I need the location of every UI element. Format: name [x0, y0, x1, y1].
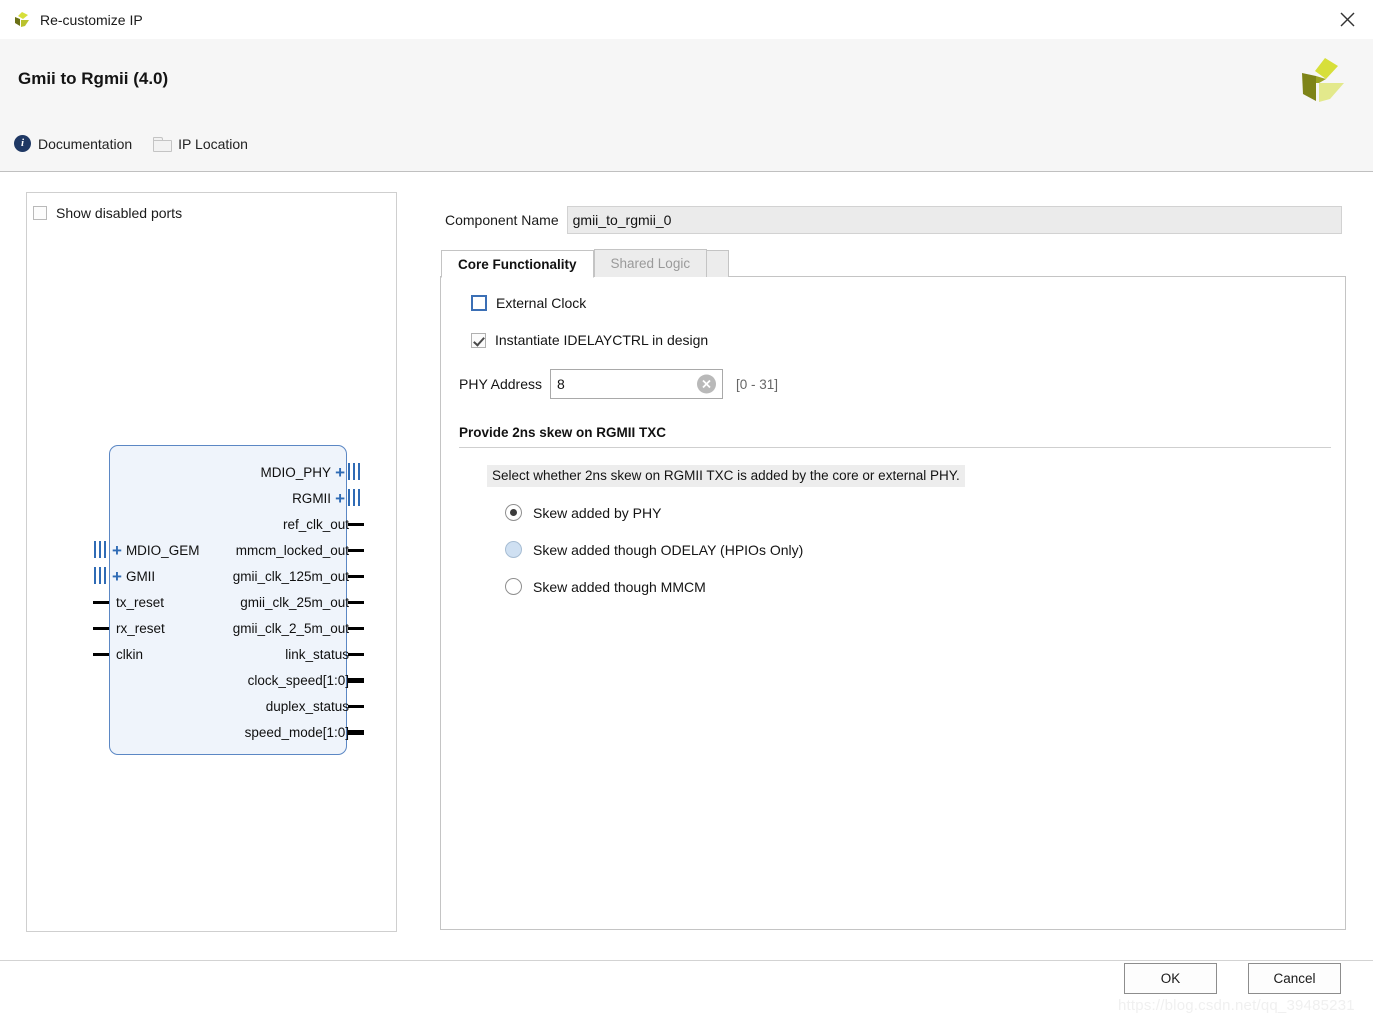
tab-shared-logic[interactable]: Shared Logic — [593, 249, 708, 277]
show-disabled-ports-label: Show disabled ports — [56, 205, 183, 221]
port-gmii-clk-2-5m-out: gmii_clk_2_5m_out — [232, 620, 349, 636]
page-title: Gmii to Rgmii (4.0) — [18, 69, 169, 88]
pin-tx-reset — [93, 601, 109, 604]
ip-block-diagram: MDIO_PHY + RGMII + ref_clk_out mmcm_locked… — [82, 440, 382, 760]
config-tab-panel: Core Functionality Shared Logic External… — [440, 249, 1346, 930]
pin-clock-speed — [348, 678, 364, 683]
ip-symbol-panel: Show disabled ports MDIO_PHY + RGMII + ref… — [26, 192, 397, 932]
expand-plus-icon[interactable]: + — [335, 490, 345, 507]
cancel-button[interactable]: Cancel — [1248, 963, 1341, 994]
ip-location-link[interactable]: IP Location — [178, 136, 248, 152]
ip-config-panel: Component Name gmii_to_rgmii_0 Core Func… — [440, 192, 1346, 930]
ok-button[interactable]: OK — [1124, 963, 1217, 994]
port-tx-reset: tx_reset — [116, 594, 165, 610]
port-duplex-status: duplex_status — [265, 698, 349, 714]
port-ref-clk-out: ref_clk_out — [282, 516, 349, 532]
phy-address-label: PHY Address — [459, 376, 543, 392]
component-name-input[interactable]: gmii_to_rgmii_0 — [566, 205, 1342, 234]
radio-button — [505, 504, 522, 521]
radio-button — [505, 541, 522, 558]
bus-connector-mdio-phy — [348, 463, 360, 480]
close-icon[interactable] — [1321, 0, 1373, 38]
port-mdio-gem: + MDIO_GEM — [112, 540, 200, 560]
port-gmii-clk-125m-out: gmii_clk_125m_out — [232, 568, 349, 584]
expand-plus-icon[interactable]: + — [112, 542, 122, 559]
show-disabled-ports-checkbox[interactable]: Show disabled ports — [33, 205, 182, 221]
checkbox-box-checked — [471, 332, 486, 348]
pin-speed-mode — [348, 730, 364, 735]
pin-rx-reset — [93, 627, 109, 630]
xilinx-pinwheel-logo — [1294, 57, 1350, 109]
folder-icon — [153, 136, 173, 152]
tab-core-functionality[interactable]: Core Functionality — [441, 250, 594, 278]
bus-connector-mdio-gem — [94, 541, 106, 558]
port-link-status: link_status — [285, 646, 349, 662]
pin-clkin — [93, 653, 109, 656]
port-gmii: + GMII — [112, 566, 156, 586]
ip-header: Gmii to Rgmii (4.0) i Documentation IP L… — [0, 39, 1373, 172]
documentation-link[interactable]: Documentation — [38, 136, 132, 152]
skew-help-text: Select whether 2ns skew on RGMII TXC is … — [487, 465, 965, 487]
phy-address-value: 8 — [557, 376, 565, 392]
radio-skew-mmcm[interactable]: Skew added though MMCM — [505, 578, 1331, 595]
dialog-footer: OK Cancel https://blog.csdn.net/qq_39485… — [0, 960, 1373, 1022]
phy-address-input[interactable]: 8 — [550, 369, 724, 399]
phy-address-range: [0 - 31] — [736, 376, 779, 392]
radio-button — [505, 578, 522, 595]
core-functionality-content: External Clock Instantiate IDELAYCTRL in… — [441, 277, 1345, 929]
radio-label: Skew added by PHY — [533, 504, 662, 521]
port-clock-speed: clock_speed[1:0] — [247, 672, 349, 688]
external-clock-label: External Clock — [496, 295, 587, 311]
watermark-text: https://blog.csdn.net/qq_39485231 — [1118, 997, 1355, 1014]
info-icon: i — [14, 135, 31, 152]
instantiate-idelayctrl-label: Instantiate IDELAYCTRL in design — [495, 332, 709, 348]
port-mdio-phy: MDIO_PHY + — [260, 462, 345, 482]
expand-plus-icon[interactable]: + — [112, 568, 122, 585]
port-clkin: clkin — [116, 646, 144, 662]
port-rgmii: RGMII + — [292, 488, 345, 508]
dialog-body: Show disabled ports MDIO_PHY + RGMII + ref… — [0, 172, 1373, 960]
header-links: i Documentation IP Location — [14, 135, 248, 152]
bus-connector-rgmii — [348, 489, 360, 506]
checkbox-box — [471, 295, 487, 311]
radio-label: Skew added though ODELAY (HPIOs Only) — [533, 541, 804, 558]
pin-ref-clk-out — [348, 523, 364, 526]
pin-gmii-clk-2-5m-out — [348, 627, 364, 630]
window-titlebar: Re-customize IP — [0, 0, 1373, 40]
phy-address-row: PHY Address 8 [0 - 31] — [459, 369, 1331, 399]
instantiate-idelayctrl-checkbox[interactable]: Instantiate IDELAYCTRL in design — [471, 332, 1331, 348]
tab-strip-filler — [707, 250, 730, 277]
radio-skew-odelay[interactable]: Skew added though ODELAY (HPIOs Only) — [505, 541, 1331, 558]
tab-strip: Core Functionality Shared Logic — [441, 249, 730, 278]
checkbox-box — [33, 206, 47, 220]
component-name-label: Component Name — [445, 211, 559, 228]
external-clock-checkbox[interactable]: External Clock — [471, 295, 1331, 311]
port-gmii-clk-25m-out: gmii_clk_25m_out — [240, 594, 349, 610]
clear-circle-icon[interactable] — [697, 374, 717, 394]
port-speed-mode: speed_mode[1:0] — [244, 724, 349, 740]
component-name-row: Component Name gmii_to_rgmii_0 — [445, 205, 1342, 234]
section-divider — [459, 447, 1331, 448]
skew-section-title: Provide 2ns skew on RGMII TXC — [459, 425, 667, 440]
pin-gmii-clk-25m-out — [348, 601, 364, 604]
expand-plus-icon[interactable]: + — [335, 464, 345, 481]
radio-label: Skew added though MMCM — [533, 578, 706, 595]
pin-link-status — [348, 653, 364, 656]
pin-mmcm-locked-out — [348, 549, 364, 552]
pin-gmii-clk-125m-out — [348, 575, 364, 578]
window-title: Re-customize IP — [40, 11, 143, 28]
radio-skew-by-phy[interactable]: Skew added by PHY — [505, 504, 1331, 521]
port-mmcm-locked-out: mmcm_locked_out — [235, 542, 349, 558]
pin-duplex-status — [348, 705, 364, 708]
port-rx-reset: rx_reset — [116, 620, 165, 636]
bus-connector-gmii — [94, 567, 106, 584]
xilinx-logo-icon — [12, 11, 32, 29]
